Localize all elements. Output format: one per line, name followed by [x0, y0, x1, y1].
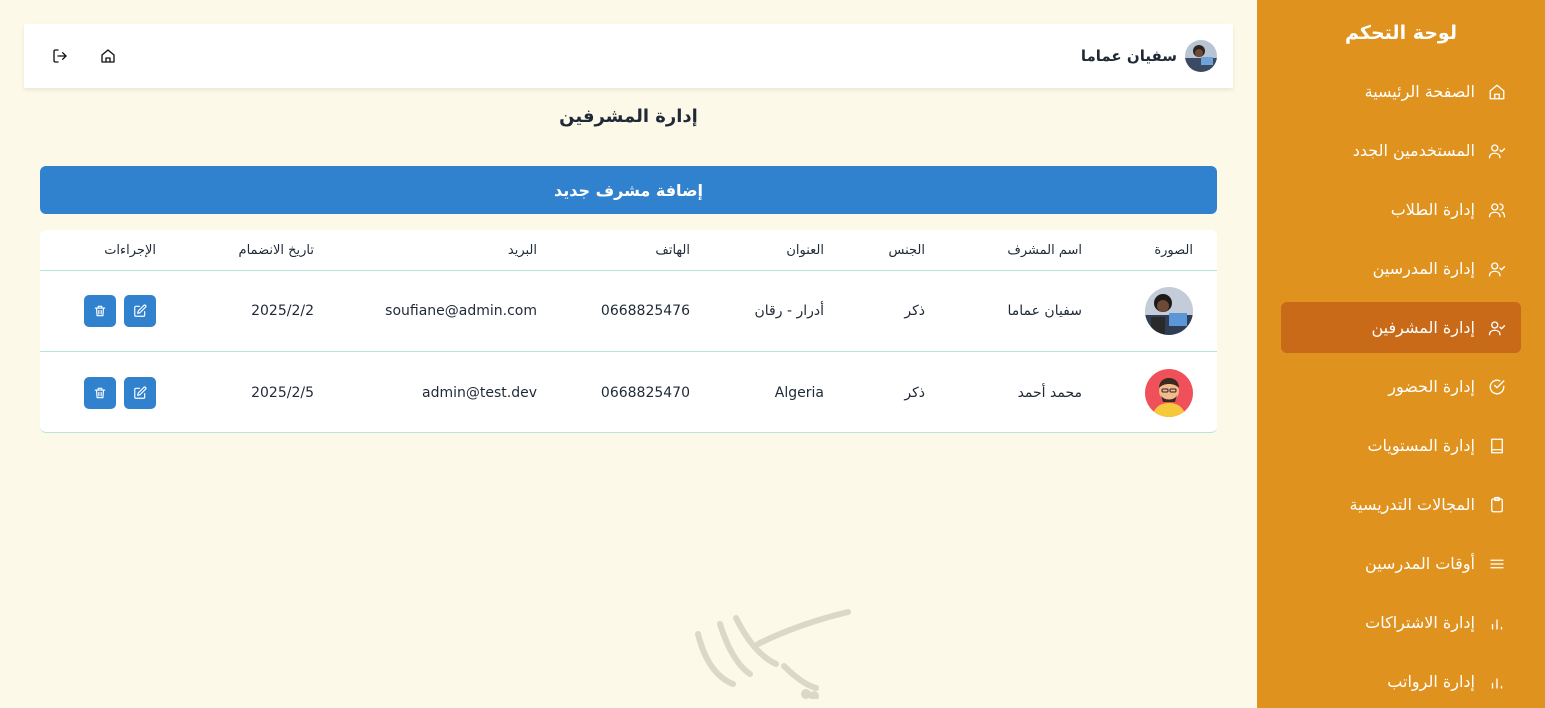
column-header-gender: الجنس — [888, 242, 925, 258]
book-icon — [1485, 434, 1509, 458]
gender-cell: ذكر — [904, 303, 925, 319]
sidebar-item-label: إدارة المشرفين — [1371, 318, 1475, 337]
trash-icon — [93, 386, 107, 400]
table-row: محمد أحمد ذكر Algeria 0668825470 admin@t… — [40, 352, 1217, 432]
photo-cell — [1133, 352, 1193, 432]
edit-icon — [133, 386, 147, 400]
sidebar: لوحة التحكم الصفحة الرئيسية المستخدمين ا… — [1257, 0, 1545, 708]
edit-button[interactable] — [124, 376, 156, 409]
table-header: الصورة اسم المشرف الجنس العنوان الهاتف ا… — [40, 230, 1217, 271]
user-check-icon — [1485, 316, 1509, 340]
edit-icon — [133, 304, 147, 318]
column-header-joined: تاريخ الانضمام — [238, 242, 314, 258]
address-cell: Algeria — [774, 384, 824, 401]
watermark-logo — [688, 604, 858, 701]
sidebar-nav: الصفحة الرئيسية المستخدمين الجدد إدارة ا… — [1257, 66, 1545, 707]
trash-icon — [93, 304, 107, 318]
name-cell: محمد أحمد — [1017, 384, 1082, 401]
address-cell: أدرار - رقان — [754, 303, 825, 319]
sidebar-item-label: إدارة الرواتب — [1387, 672, 1475, 691]
joined-cell: 2025/2/5 — [251, 384, 314, 401]
actions-cell — [84, 271, 164, 351]
name-cell: سفيان عماما — [1007, 303, 1082, 319]
column-header-phone: الهاتف — [655, 242, 690, 258]
sidebar-item-label: إدارة المدرسين — [1372, 259, 1475, 278]
sidebar-item-label: إدارة الاشتراكات — [1365, 613, 1475, 632]
sidebar-item-subscriptions[interactable]: إدارة الاشتراكات — [1281, 597, 1521, 648]
column-header-name: اسم المشرف — [1007, 242, 1082, 258]
sidebar-item-schedules[interactable]: أوقات المدرسين — [1281, 538, 1521, 589]
top-header: سفيان عماما — [24, 24, 1233, 88]
column-header-email: البريد — [507, 242, 537, 258]
sidebar-item-home[interactable]: الصفحة الرئيسية — [1281, 66, 1521, 117]
sidebar-item-new-users[interactable]: المستخدمين الجدد — [1281, 125, 1521, 176]
sidebar-item-levels[interactable]: إدارة المستويات — [1281, 420, 1521, 471]
user-profile[interactable]: سفيان عماما — [1081, 40, 1217, 72]
delete-button[interactable] — [84, 295, 116, 327]
sidebar-item-label: المجالات التدريسية — [1349, 495, 1475, 514]
user-check-icon — [1485, 257, 1509, 281]
supervisors-table: الصورة اسم المشرف الجنس العنوان الهاتف ا… — [40, 230, 1217, 433]
home-icon — [1485, 80, 1509, 104]
sidebar-item-label: إدارة الحضور — [1388, 377, 1475, 396]
sidebar-item-label: الصفحة الرئيسية — [1364, 82, 1475, 101]
home-icon — [100, 48, 116, 64]
check-circle-icon — [1485, 375, 1509, 399]
delete-button[interactable] — [84, 376, 116, 409]
email-cell: admin@test.dev — [422, 384, 537, 401]
home-button[interactable] — [96, 44, 120, 68]
email-cell: soufiane@admin.com — [385, 303, 537, 319]
avatar — [1145, 287, 1193, 335]
sidebar-item-label: المستخدمين الجدد — [1352, 141, 1475, 160]
sidebar-item-students[interactable]: إدارة الطلاب — [1281, 184, 1521, 235]
column-header-actions: الإجراءات — [104, 242, 156, 258]
sidebar-title: لوحة التحكم — [1345, 22, 1457, 44]
bar-chart-icon — [1485, 611, 1509, 635]
sidebar-item-label: إدارة المستويات — [1367, 436, 1475, 455]
joined-cell: 2025/2/2 — [251, 303, 314, 319]
sidebar-item-salaries[interactable]: إدارة الرواتب — [1281, 656, 1521, 707]
column-header-photo: الصورة — [1154, 242, 1193, 258]
user-check-icon — [1485, 139, 1509, 163]
avatar — [1185, 40, 1217, 72]
sidebar-item-label: إدارة الطلاب — [1390, 200, 1475, 219]
sidebar-item-subjects[interactable]: المجالات التدريسية — [1281, 479, 1521, 530]
logout-button[interactable] — [48, 44, 72, 68]
users-icon — [1485, 198, 1509, 222]
edit-button[interactable] — [124, 295, 156, 327]
clipboard-icon — [1485, 493, 1509, 517]
phone-cell: 0668825476 — [600, 303, 690, 319]
logout-icon — [52, 48, 68, 64]
gender-cell: ذكر — [904, 384, 925, 401]
bar-chart-icon — [1485, 670, 1509, 694]
add-supervisor-button[interactable]: إضافة مشرف جديد — [40, 166, 1217, 214]
avatar — [1145, 368, 1193, 417]
sidebar-item-teachers[interactable]: إدارة المدرسين — [1281, 243, 1521, 294]
user-name: سفيان عماما — [1080, 47, 1177, 65]
photo-cell — [1133, 271, 1193, 351]
phone-cell: 0668825470 — [600, 384, 690, 401]
sidebar-item-label: أوقات المدرسين — [1365, 554, 1475, 573]
actions-cell — [84, 352, 164, 432]
menu-icon — [1485, 552, 1509, 576]
table-row: سفيان عماما ذكر أدرار - رقان 0668825476 … — [40, 271, 1217, 352]
sidebar-item-supervisors[interactable]: إدارة المشرفين — [1281, 302, 1521, 353]
page-title: إدارة المشرفين — [559, 106, 698, 127]
sidebar-item-attendance[interactable]: إدارة الحضور — [1281, 361, 1521, 412]
column-header-address: العنوان — [786, 242, 824, 258]
